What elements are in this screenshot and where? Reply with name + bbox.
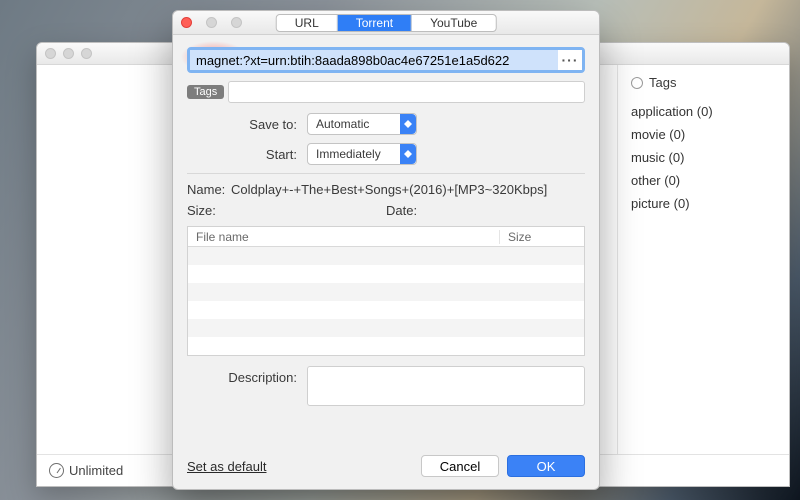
start-row: Start: Immediately (187, 143, 585, 165)
name-row: Name: Coldplay+-+The+Best+Songs+(2016)+[… (187, 182, 585, 197)
table-row (188, 319, 584, 337)
table-row (188, 337, 584, 355)
divider (187, 173, 585, 174)
save-to-row: Save to: Automatic (187, 113, 585, 135)
zoom-icon[interactable] (81, 48, 92, 59)
tags-badge: Tags (187, 85, 224, 99)
dialog-footer: Set as default Cancel OK (173, 445, 599, 489)
files-table: File name Size (187, 226, 585, 356)
cancel-button[interactable]: Cancel (421, 455, 499, 477)
magnet-url-field-wrap: ··· (187, 47, 585, 73)
col-file-name[interactable]: File name (188, 230, 500, 244)
start-select[interactable]: Immediately (307, 143, 417, 165)
name-value: Coldplay+-+The+Best+Songs+(2016)+[MP3~32… (231, 182, 585, 197)
chevron-updown-icon (400, 144, 416, 164)
tags-sidebar: Tags application (0) movie (0) music (0)… (617, 65, 789, 454)
add-download-dialog: URL Torrent YouTube ··· Tags Save to: Au… (172, 10, 600, 490)
date-label: Date: (386, 203, 430, 218)
files-table-header: File name Size (188, 227, 584, 247)
minimize-icon[interactable] (63, 48, 74, 59)
radio-icon (631, 77, 643, 89)
tag-item-picture[interactable]: picture (0) (631, 192, 776, 215)
save-to-value: Automatic (308, 117, 400, 131)
tags-row: Tags (187, 81, 585, 103)
tag-item-movie[interactable]: movie (0) (631, 123, 776, 146)
description-input[interactable] (307, 366, 585, 406)
set-as-default-link[interactable]: Set as default (187, 459, 267, 474)
traffic-lights (45, 48, 92, 59)
ok-button[interactable]: OK (507, 455, 585, 477)
start-value: Immediately (308, 147, 400, 161)
table-row (188, 265, 584, 283)
dialog-body: ··· Tags Save to: Automatic Start: Immed… (173, 35, 599, 445)
size-date-row: Size: Date: (187, 203, 585, 218)
tab-url[interactable]: URL (277, 15, 338, 31)
close-icon[interactable] (181, 17, 192, 28)
size-label: Size: (187, 203, 231, 218)
tag-item-other[interactable]: other (0) (631, 169, 776, 192)
table-row (188, 283, 584, 301)
save-to-label: Save to: (187, 117, 307, 132)
description-row: Description: (187, 366, 585, 406)
browse-button[interactable]: ··· (558, 50, 582, 70)
source-tabs: URL Torrent YouTube (276, 14, 497, 32)
dialog-titlebar: URL Torrent YouTube (173, 11, 599, 35)
table-row (188, 247, 584, 265)
magnet-url-input[interactable] (190, 50, 558, 70)
tags-radio[interactable]: Tags (631, 75, 776, 90)
tags-radio-label: Tags (649, 75, 676, 90)
table-row (188, 301, 584, 319)
speed-label: Unlimited (69, 463, 123, 478)
description-label: Description: (187, 366, 307, 406)
gauge-icon (49, 463, 64, 478)
dialog-traffic-lights (181, 17, 242, 28)
tab-youtube[interactable]: YouTube (412, 15, 495, 31)
close-icon[interactable] (45, 48, 56, 59)
tab-torrent[interactable]: Torrent (338, 15, 412, 31)
tag-item-music[interactable]: music (0) (631, 146, 776, 169)
start-label: Start: (187, 147, 307, 162)
name-label: Name: (187, 182, 231, 197)
minimize-icon[interactable] (206, 17, 217, 28)
zoom-icon[interactable] (231, 17, 242, 28)
save-to-select[interactable]: Automatic (307, 113, 417, 135)
chevron-updown-icon (400, 114, 416, 134)
tag-item-application[interactable]: application (0) (631, 100, 776, 123)
col-size[interactable]: Size (500, 230, 584, 244)
tags-input[interactable] (228, 81, 585, 103)
